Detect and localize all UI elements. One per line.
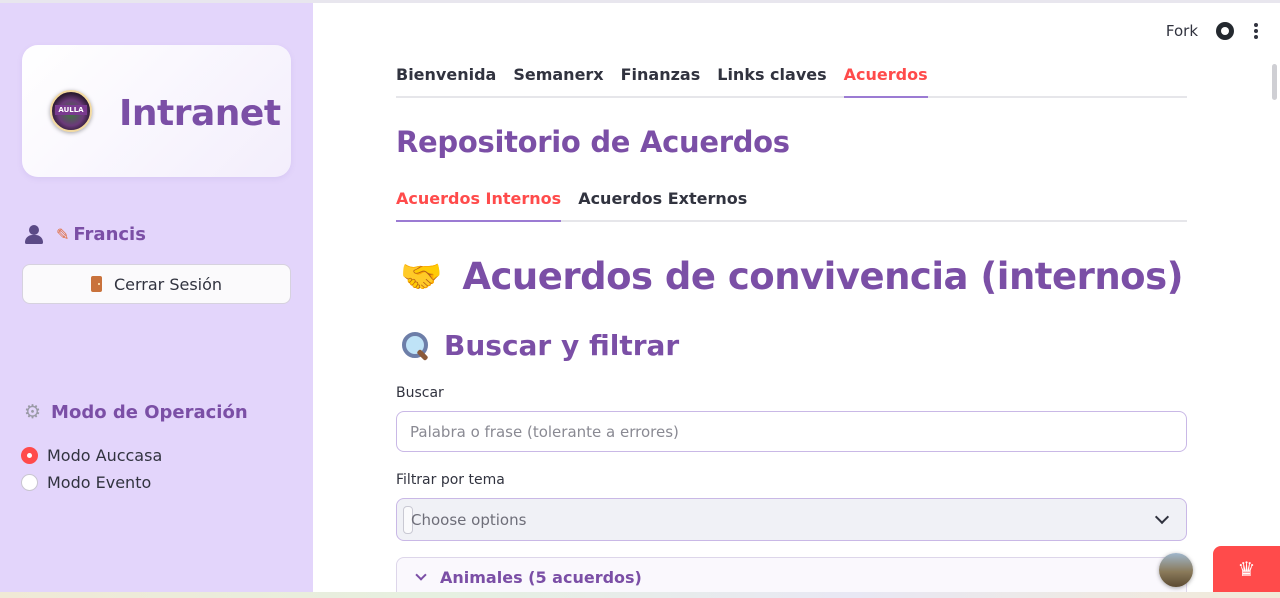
sidebar: AULLA Intranet ✎ Francis Cerrar Sesión ⚙…: [0, 3, 313, 592]
tab-semanerx[interactable]: Semanerx: [513, 65, 603, 96]
main-tabs: Bienvenida Semanerx Finanzas Links clave…: [396, 65, 1187, 98]
chevron-down-icon: [415, 568, 427, 581]
page-title: Repositorio de Acuerdos: [396, 125, 790, 159]
section-heading: 🤝 Acuerdos de convivencia (internos): [400, 255, 1184, 298]
crown-icon: ♛: [1237, 557, 1256, 581]
logout-label: Cerrar Sesión: [113, 274, 223, 294]
bottom-border: [0, 592, 1280, 598]
pencil-icon: ✎: [56, 224, 70, 244]
section-heading-text: Acuerdos de convivencia (internos): [462, 255, 1184, 298]
door-icon: [90, 276, 102, 292]
sub-tabs: Acuerdos Internos Acuerdos Externos: [396, 189, 1187, 222]
search-input[interactable]: [396, 411, 1187, 452]
radio-button-checked[interactable]: [21, 447, 38, 464]
logout-button[interactable]: Cerrar Sesión: [22, 264, 291, 304]
user-icon: [24, 223, 44, 245]
user-name: Francis: [73, 223, 146, 245]
radio-button[interactable]: [21, 474, 38, 491]
topic-multiselect[interactable]: Choose options: [396, 498, 1187, 541]
tab-acuerdos-internos[interactable]: Acuerdos Internos: [396, 189, 562, 222]
app-title: Intranet: [119, 93, 281, 134]
toolbar: Fork: [1166, 22, 1258, 40]
tab-bienvenida[interactable]: Bienvenida: [396, 65, 496, 96]
handshake-icon: 🤝: [400, 256, 443, 297]
mode-heading: ⚙ Modo de Operación: [24, 401, 248, 423]
logo-badge-text: AULLA: [55, 105, 87, 115]
radio-label: Modo Evento: [47, 473, 152, 492]
mode-title: Modo de Operación: [51, 401, 248, 423]
radio-modo-auccasa[interactable]: Modo Auccasa: [21, 446, 162, 465]
tab-acuerdos[interactable]: Acuerdos: [843, 65, 928, 98]
tab-finanzas[interactable]: Finanzas: [621, 65, 701, 96]
magnifier-icon: [400, 330, 432, 362]
radio-modo-evento[interactable]: Modo Evento: [21, 473, 151, 492]
expander-animales[interactable]: Animales (5 acuerdos): [396, 557, 1187, 597]
fork-button[interactable]: Fork: [1166, 22, 1198, 40]
select-placeholder: Choose options: [411, 510, 527, 529]
tab-acuerdos-externos[interactable]: Acuerdos Externos: [578, 189, 747, 220]
search-heading-text: Buscar y filtrar: [444, 329, 680, 362]
logo-image: AULLA: [50, 90, 92, 132]
search-heading: Buscar y filtrar: [400, 329, 679, 362]
radio-label: Modo Auccasa: [47, 446, 163, 465]
github-icon[interactable]: [1216, 22, 1234, 40]
streamlit-badge[interactable]: ♛: [1213, 546, 1280, 592]
gear-icon: ⚙: [24, 401, 42, 423]
user-info: ✎ Francis: [24, 223, 146, 245]
expander-label: Animales (5 acuerdos): [440, 567, 642, 587]
tab-links-claves[interactable]: Links claves: [717, 65, 826, 96]
filter-label: Filtrar por tema: [396, 472, 505, 488]
chevron-down-icon[interactable]: [1154, 509, 1170, 525]
logo-card: AULLA Intranet: [22, 45, 291, 177]
search-label: Buscar: [396, 385, 444, 401]
scrollbar-thumb[interactable]: [1272, 64, 1277, 100]
floating-avatar[interactable]: [1159, 553, 1193, 587]
kebab-menu-icon[interactable]: [1254, 23, 1258, 39]
